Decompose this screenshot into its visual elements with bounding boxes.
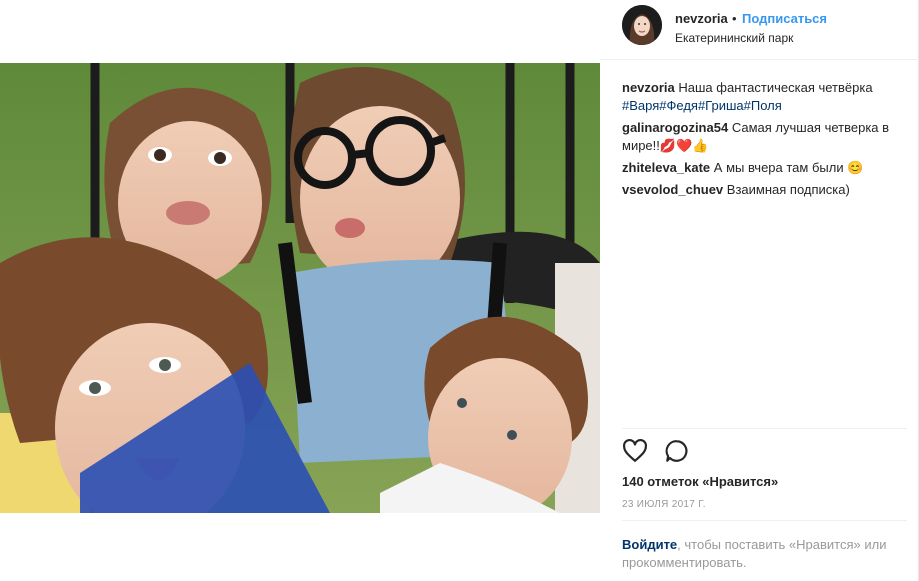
login-link[interactable]: Войдите <box>622 537 677 552</box>
hashtag[interactable]: #Варя <box>622 98 659 113</box>
avatar-image <box>622 5 662 45</box>
hashtag[interactable]: #Федя <box>659 98 698 113</box>
login-prompt: Войдите, чтобы поставить «Нравится» или … <box>622 536 892 572</box>
comment-item: zhiteleva_kate А мы вчера там были 😊 <box>622 159 907 177</box>
comment-bubble-icon[interactable] <box>664 438 690 464</box>
header-separator: • <box>732 11 737 26</box>
comment-item: vsevolod_chuev Взаимная подписка) <box>622 181 907 199</box>
hashtag[interactable]: #Гриша <box>698 98 744 113</box>
post-sidebar: nevzoria • Подписаться Екатерининский па… <box>600 0 919 581</box>
likes-count[interactable]: 140 отметок «Нравится» <box>622 474 778 489</box>
avatar[interactable] <box>622 5 662 45</box>
post-photo[interactable] <box>0 63 600 513</box>
photo-illustration <box>0 63 600 513</box>
location-link[interactable]: Екатерининский парк <box>675 31 793 45</box>
comment-text: Взаимная подписка) <box>726 182 850 197</box>
caption-text: Наша фантастическая четвёрка <box>678 80 873 95</box>
caption-username[interactable]: nevzoria <box>622 80 675 95</box>
login-divider <box>622 520 907 521</box>
heart-icon[interactable] <box>622 438 648 464</box>
comment-username[interactable]: zhiteleva_kate <box>622 160 710 175</box>
caption: nevzoria Наша фантастическая четвёрка #В… <box>622 79 907 115</box>
post-date[interactable]: 23 ИЮЛЯ 2017 Г. <box>622 499 706 510</box>
post-header: nevzoria • Подписаться Екатерининский па… <box>600 0 919 60</box>
comment-text: А мы вчера там были 😊 <box>713 160 864 175</box>
comment-username[interactable]: galinarogozina54 <box>622 120 728 135</box>
comment-username[interactable]: vsevolod_chuev <box>622 182 723 197</box>
post-container: nevzoria • Подписаться Екатерининский па… <box>0 0 919 581</box>
comment-item: galinarogozina54 Самая лучшая четверка в… <box>622 119 907 155</box>
actions-divider <box>622 428 907 429</box>
header-username[interactable]: nevzoria <box>675 11 728 26</box>
follow-button[interactable]: Подписаться <box>742 11 827 26</box>
hashtag[interactable]: #Поля <box>744 98 782 113</box>
comments-list: nevzoria Наша фантастическая четвёрка #В… <box>622 79 907 203</box>
